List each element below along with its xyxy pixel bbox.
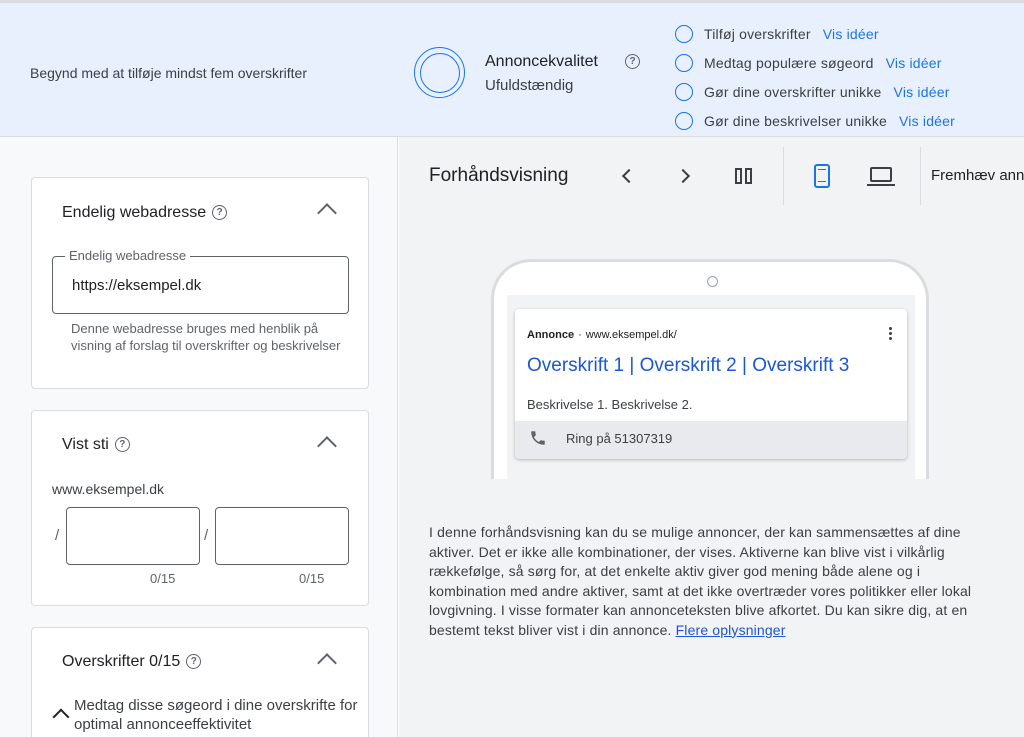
more-info-link[interactable]: Flere oplysninger bbox=[676, 622, 786, 638]
final-url-title: Endelig webadresse? bbox=[62, 204, 228, 222]
collapse-chevron-icon[interactable] bbox=[317, 203, 337, 223]
show-ideas-link[interactable]: Vis idéer bbox=[886, 55, 942, 71]
path1-input[interactable] bbox=[66, 507, 200, 565]
help-icon[interactable]: ? bbox=[212, 205, 228, 221]
headlines-title: Overskrifter 0/15? bbox=[62, 653, 202, 671]
tip-item: Medtag populære søgeord Vis idéer bbox=[675, 48, 955, 77]
path2-counter: 0/15 bbox=[299, 571, 325, 586]
ad-quality-status: Ufuldstændig bbox=[485, 77, 574, 94]
preview-panel: Forhåndsvisning Fremhæv annonce Annonce·… bbox=[399, 137, 1024, 737]
path1-counter: 0/15 bbox=[150, 571, 176, 586]
display-path-title-text: Vist sti bbox=[62, 436, 109, 453]
ad-dot: · bbox=[578, 329, 582, 341]
tip-item: Tilføj overskrifter Vis idéer bbox=[675, 19, 955, 48]
ad-call-text: Ring på 51307319 bbox=[566, 430, 673, 446]
ad-badge: Annonce bbox=[527, 329, 575, 341]
show-ideas-link[interactable]: Vis idéer bbox=[899, 113, 955, 129]
radio-icon bbox=[675, 53, 693, 72]
preview-title: Forhåndsvisning bbox=[429, 165, 569, 186]
path-separator: / bbox=[55, 527, 60, 544]
ad-header: Annonce · www.eksempel.dk/ bbox=[527, 329, 677, 341]
final-url-field-label: Endelig webadresse bbox=[65, 248, 191, 263]
expand-keywords-chevron-icon[interactable] bbox=[52, 708, 70, 726]
ad-quality-title: Annoncekvalitet bbox=[485, 53, 598, 70]
tip-label: Tilføj overskrifter bbox=[704, 25, 811, 42]
collapse-chevron-icon[interactable] bbox=[317, 436, 337, 456]
headlines-card: Overskrifter 0/15? Medtag disse søgeord … bbox=[31, 627, 369, 737]
final-url-field[interactable]: Endelig webadresse https://eksempel.dk bbox=[52, 248, 349, 314]
toolbar-divider bbox=[920, 147, 921, 205]
phone-icon bbox=[531, 431, 545, 445]
ad-quality-banner: Begynd med at tilføje mindst fem overskr… bbox=[0, 0, 1024, 137]
radio-icon bbox=[675, 82, 693, 101]
desktop-icon[interactable] bbox=[867, 167, 895, 187]
radio-icon bbox=[675, 111, 693, 130]
ad-headline: Overskrift 1 | Overskrift 2 | Overskrift… bbox=[527, 355, 850, 376]
ad-display-url: www.eksempel.dk/ bbox=[585, 329, 677, 341]
path2-input[interactable] bbox=[215, 507, 349, 565]
phone-frame: Annonce · www.eksempel.dk/ Overskrift 1 | … bbox=[491, 259, 929, 479]
show-ideas-link[interactable]: Vis idéer bbox=[894, 84, 950, 100]
tip-label: Gør dine overskrifter unikke bbox=[704, 83, 882, 100]
help-icon[interactable]: ? bbox=[186, 654, 202, 670]
highlight-ad-toggle-label[interactable]: Fremhæv annonce bbox=[931, 167, 1024, 184]
chevron-left-icon[interactable] bbox=[621, 168, 637, 184]
final-url-title-text: Endelig webadresse bbox=[62, 204, 207, 221]
banner-message: Begynd med at tilføje mindst fem overskr… bbox=[30, 65, 307, 81]
path-separator: / bbox=[204, 527, 209, 544]
display-path-title: Vist sti? bbox=[62, 436, 130, 454]
ad-description: Beskrivelse 1. Beskrivelse 2. bbox=[527, 397, 693, 412]
chevron-right-icon[interactable] bbox=[675, 168, 691, 184]
toolbar-divider bbox=[783, 147, 784, 205]
radio-icon bbox=[675, 24, 693, 43]
ad-preview-card: Annonce · www.eksempel.dk/ Overskrift 1 | … bbox=[515, 309, 907, 459]
tip-item: Gør dine overskrifter unikke Vis idéer bbox=[675, 77, 955, 106]
show-ideas-link[interactable]: Vis idéer bbox=[823, 26, 879, 42]
more-vert-icon[interactable] bbox=[889, 327, 893, 341]
collapse-chevron-icon[interactable] bbox=[317, 653, 337, 673]
final-url-hint: Denne webadresse bruges med henblik på v… bbox=[71, 321, 341, 353]
tip-label: Medtag populære søgeord bbox=[704, 54, 874, 71]
ad-editor-panel: Endelig webadresse? Endelig webadresse h… bbox=[0, 137, 398, 737]
final-url-input[interactable]: https://eksempel.dk bbox=[72, 277, 201, 294]
split-view-icon[interactable] bbox=[735, 168, 752, 184]
keywords-hint: Medtag disse søgeord i dine overskrifte … bbox=[74, 697, 358, 733]
preview-disclaimer: I denne forhåndsvisning kan du se mulige… bbox=[429, 523, 999, 640]
ad-strength-ring-icon bbox=[414, 47, 465, 98]
quality-tips-list: Tilføj overskrifter Vis idéer Medtag pop… bbox=[675, 19, 955, 135]
display-path-card: Vist sti? www.eksempel.dk / / 0/15 0/15 bbox=[31, 410, 369, 606]
preview-note-text: I denne forhåndsvisning kan du se mulige… bbox=[429, 524, 972, 638]
phone-screen: Annonce · www.eksempel.dk/ Overskrift 1 | … bbox=[507, 295, 915, 479]
mobile-icon[interactable] bbox=[814, 164, 830, 188]
headlines-title-text: Overskrifter 0/15 bbox=[62, 653, 181, 670]
tip-label: Gør dine beskrivelser unikke bbox=[704, 112, 887, 129]
display-path-base-url: www.eksempel.dk bbox=[52, 481, 165, 497]
phone-camera-icon bbox=[707, 276, 718, 287]
tip-item: Gør dine beskrivelser unikke Vis idéer bbox=[675, 106, 955, 135]
ad-call-extension: Ring på 51307319 bbox=[529, 429, 672, 447]
final-url-card: Endelig webadresse? Endelig webadresse h… bbox=[31, 177, 369, 389]
help-icon[interactable]: ? bbox=[114, 437, 130, 453]
help-icon[interactable]: ? bbox=[625, 54, 640, 69]
